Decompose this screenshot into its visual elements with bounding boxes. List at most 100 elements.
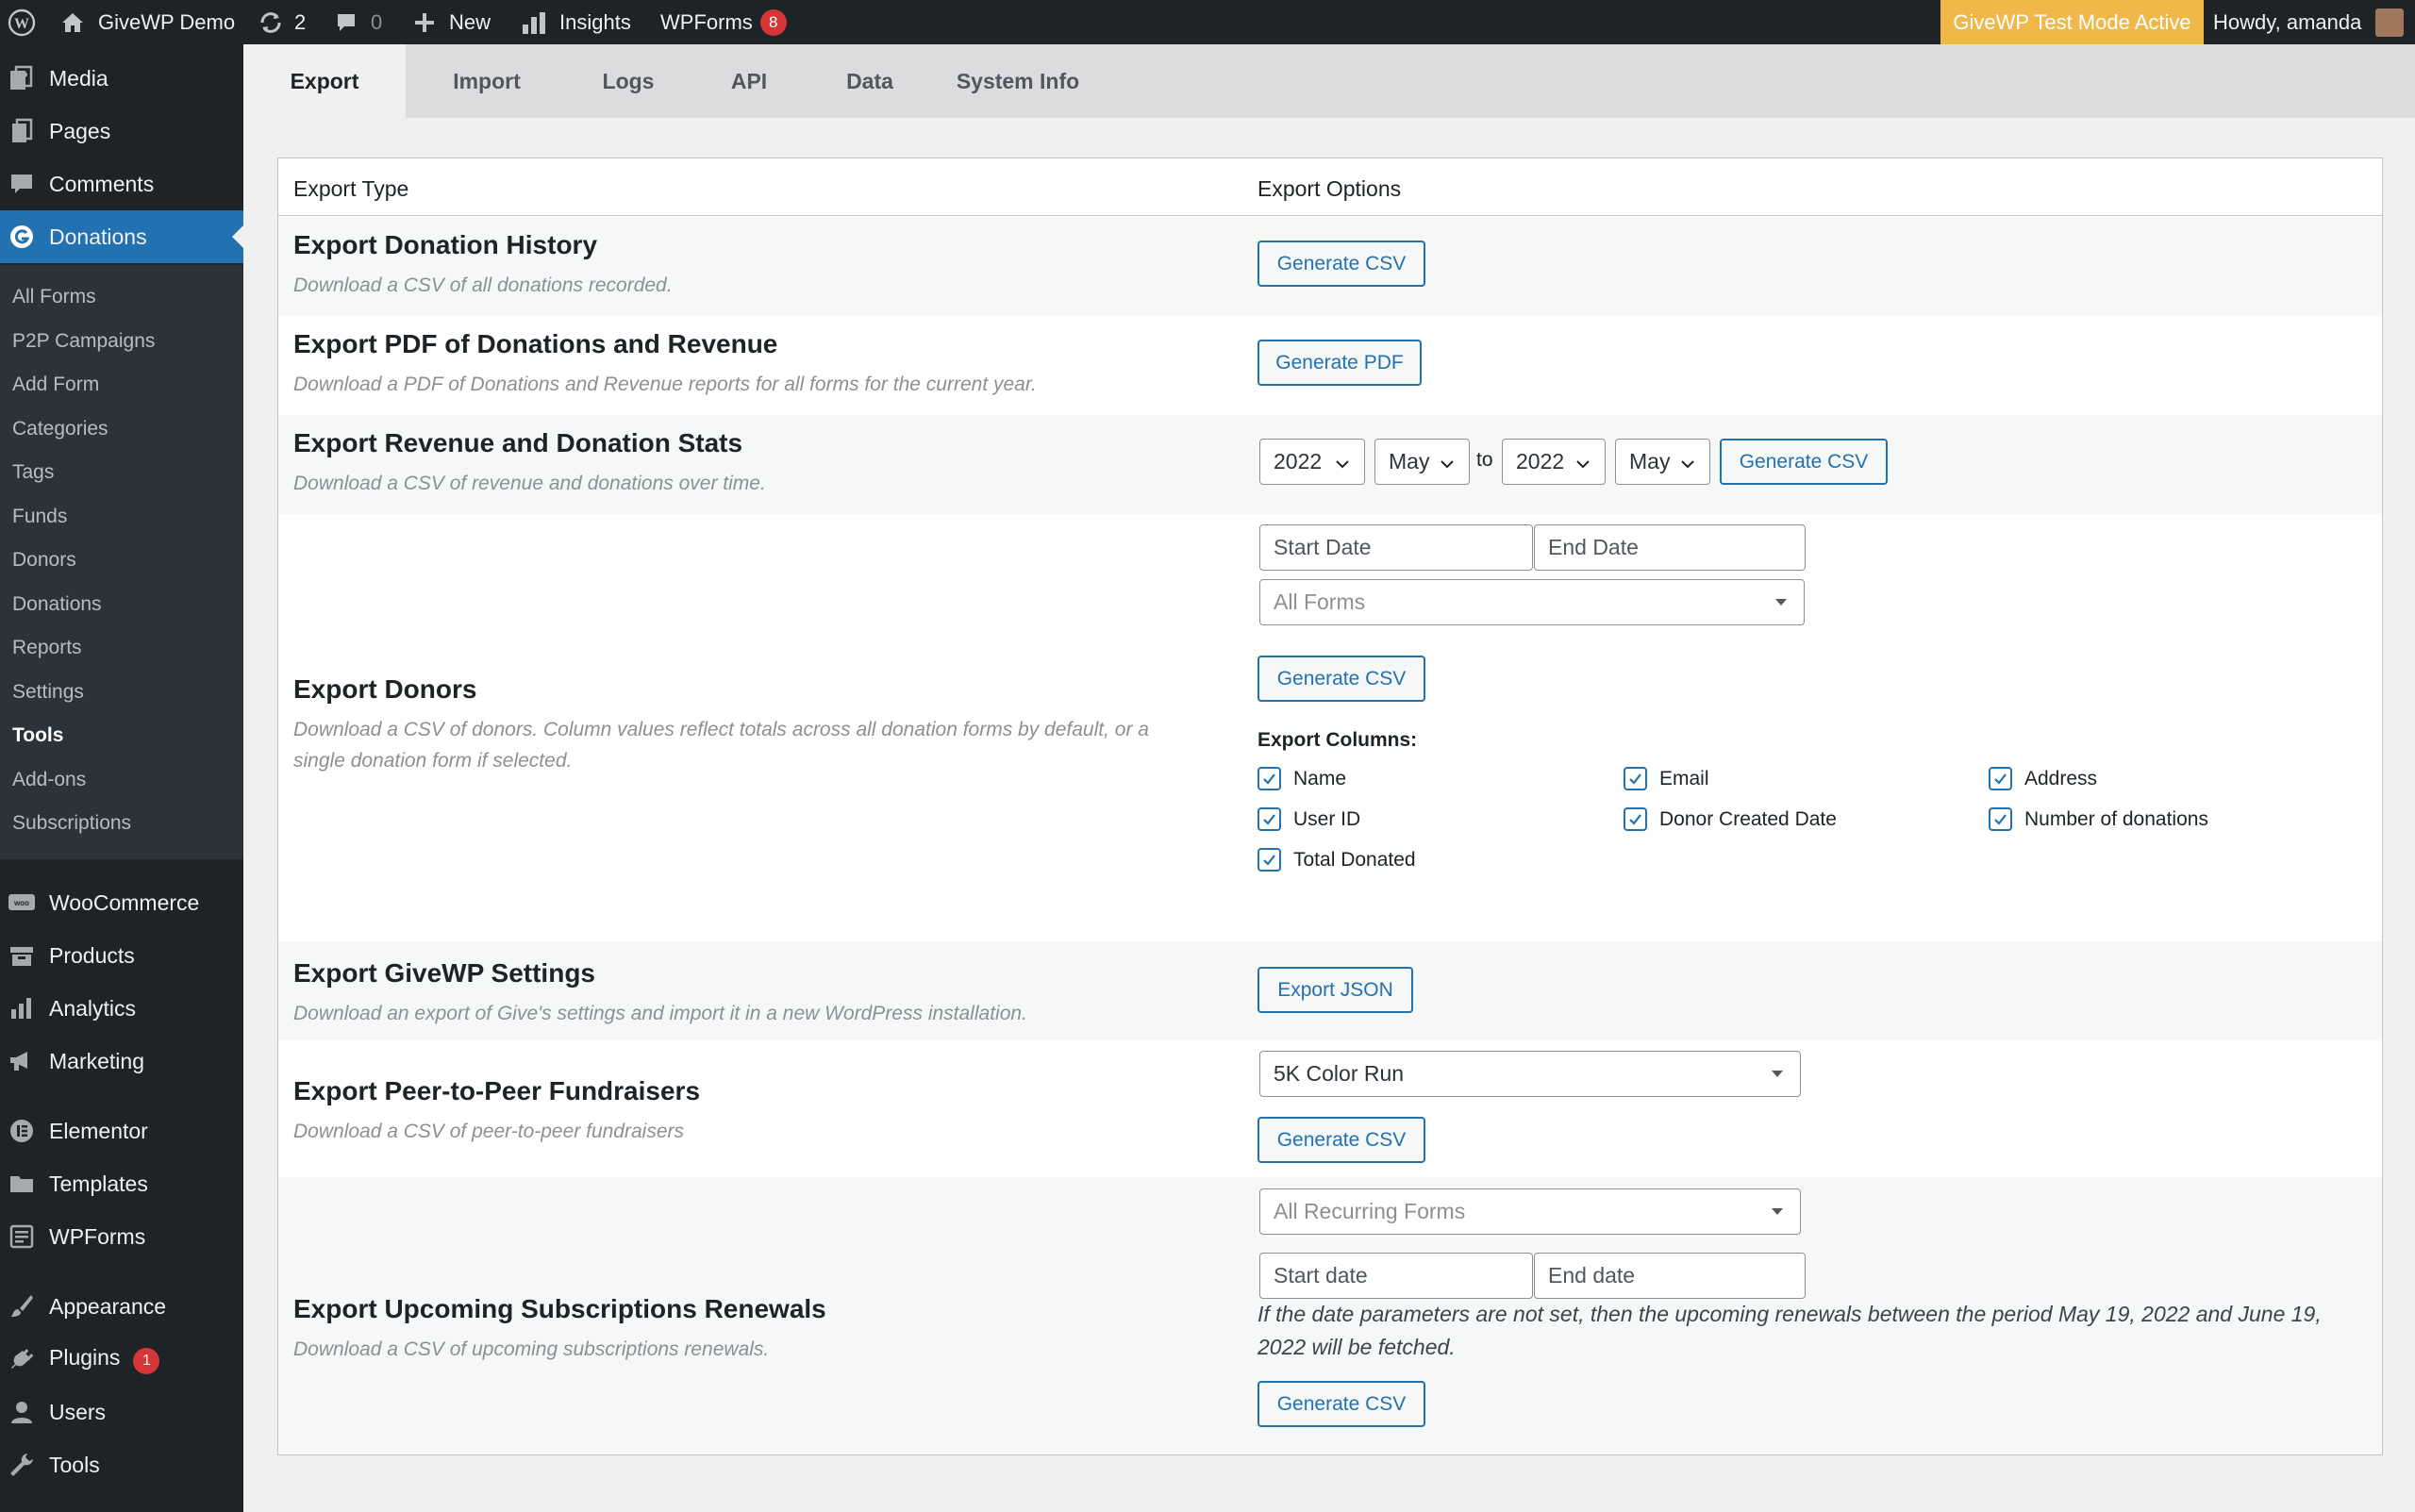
tab-system-info[interactable]: System Info (930, 44, 1106, 118)
generate-csv-button[interactable]: Generate CSV (1257, 241, 1425, 287)
generate-csv-button[interactable]: Generate CSV (1720, 439, 1888, 485)
column-checkbox-name[interactable]: Name (1257, 767, 1346, 790)
menu-item-users[interactable]: Users (0, 1386, 243, 1438)
submenu-tags[interactable]: Tags (12, 461, 54, 484)
row-title: Export Revenue and Donation Stats (293, 428, 743, 457)
generate-csv-button[interactable]: Generate CSV (1257, 656, 1425, 702)
menu-item-woocommerce[interactable]: woo WooCommerce (0, 876, 243, 929)
submenu-add-form[interactable]: Add Form (12, 374, 99, 396)
row-description: Download a CSV of all donations recorded… (293, 274, 673, 296)
plugins-update-badge: 1 (133, 1347, 160, 1374)
plugins-label: Plugins (49, 1344, 121, 1370)
submenu-add-ons[interactable]: Add-ons (12, 769, 86, 791)
column-checkbox-user-id[interactable]: User ID (1257, 807, 1360, 831)
column-checkbox-total-donated[interactable]: Total Donated (1257, 848, 1416, 872)
menu-label: Donations (49, 224, 147, 249)
end-year-select[interactable]: 2022 (1502, 439, 1606, 485)
howdy-user[interactable]: Howdy, amanda (2213, 0, 2361, 44)
wpforms-badge: 8 (759, 8, 787, 36)
donors-form-select[interactable]: All Forms (1259, 579, 1805, 625)
avatar[interactable] (2375, 8, 2404, 37)
row-title: Export Peer-to-Peer Fundraisers (293, 1076, 701, 1105)
wordpress-logo-icon[interactable]: W (8, 0, 36, 44)
subscriptions-end-date-input[interactable]: End date (1534, 1253, 1806, 1299)
row-description: Download an export of Give's settings an… (293, 1003, 1027, 1024)
updates-icon (258, 10, 283, 35)
caret-down-icon (1775, 599, 1787, 606)
row-givewp-settings: Export GiveWP Settings Download an expor… (278, 941, 2382, 1040)
checkbox-label: Name (1293, 767, 1347, 789)
menu-item-media[interactable]: Media (0, 52, 243, 105)
row-revenue-stats: Export Revenue and Donation Stats Downlo… (278, 415, 2382, 514)
menu-item-products[interactable]: Products (0, 929, 243, 982)
insights-label: Insights (559, 9, 631, 34)
submenu-settings[interactable]: Settings (12, 681, 84, 704)
donors-end-date-input[interactable]: End Date (1534, 524, 1806, 571)
submenu-subscriptions[interactable]: Subscriptions (12, 812, 131, 835)
menu-label: Users (49, 1399, 107, 1424)
submenu-p2p-campaigns[interactable]: P2P Campaigns (12, 330, 155, 353)
start-month-select[interactable]: May (1374, 439, 1470, 485)
caret-down-icon (1772, 1208, 1783, 1215)
tab-export[interactable]: Export (243, 44, 406, 118)
submenu-reports[interactable]: Reports (12, 637, 82, 659)
generate-pdf-button[interactable]: Generate PDF (1257, 340, 1422, 386)
submenu-categories[interactable]: Categories (12, 418, 108, 440)
column-checkbox-email[interactable]: Email (1624, 767, 1709, 790)
description-line: Download a CSV of donors. Column values … (293, 719, 1149, 740)
submenu-funds[interactable]: Funds (12, 506, 67, 528)
insights-link[interactable]: Insights (522, 0, 631, 44)
submenu-tools[interactable]: Tools (12, 724, 63, 747)
menu-item-comments[interactable]: Comments (0, 158, 243, 210)
donors-start-date-input[interactable]: Start Date (1259, 524, 1533, 571)
tab-api[interactable]: API (689, 44, 809, 118)
tab-data[interactable]: Data (809, 44, 930, 118)
checkmark-icon (1989, 767, 2012, 790)
tab-import[interactable]: Import (406, 44, 568, 118)
row-p2p-fundraisers: Export Peer-to-Peer Fundraisers Download… (278, 1040, 2382, 1177)
export-json-button[interactable]: Export JSON (1257, 967, 1413, 1013)
tab-logs[interactable]: Logs (568, 44, 689, 118)
subscriptions-start-date-input[interactable]: Start date (1259, 1253, 1533, 1299)
menu-label: Analytics (49, 995, 137, 1021)
menu-item-marketing[interactable]: Marketing (0, 1035, 243, 1088)
generate-csv-button[interactable]: Generate CSV (1257, 1117, 1425, 1163)
new-content-link[interactable]: New (413, 0, 491, 44)
note-line: 2022 will be fetched. (1257, 1335, 1456, 1359)
input-placeholder: Start Date (1274, 535, 1372, 559)
select-value: 5K Color Run (1274, 1061, 1405, 1086)
menu-item-wpforms[interactable]: WPForms (0, 1210, 243, 1263)
submenu-donors[interactable]: Donors (12, 549, 76, 572)
column-checkbox-address[interactable]: Address (1989, 767, 2097, 790)
wpforms-link[interactable]: WPForms 8 (660, 0, 787, 44)
analytics-icon (8, 994, 36, 1022)
menu-item-donations[interactable]: Donations (0, 210, 243, 263)
new-label: New (449, 9, 491, 34)
updates-link[interactable]: 2 (258, 0, 306, 44)
menu-item-pages[interactable]: Pages (0, 105, 243, 158)
p2p-campaign-select[interactable]: 5K Color Run (1259, 1051, 1801, 1097)
row-title: Export Upcoming Subscriptions Renewals (293, 1294, 826, 1323)
end-month-select[interactable]: May (1615, 439, 1710, 485)
checkmark-icon (1989, 807, 2012, 831)
site-name-link[interactable]: GiveWP Demo (60, 0, 235, 44)
start-year-select[interactable]: 2022 (1259, 439, 1365, 485)
submenu-all-forms[interactable]: All Forms (12, 286, 96, 308)
recurring-form-select[interactable]: All Recurring Forms (1259, 1188, 1801, 1235)
menu-item-elementor[interactable]: Elementor (0, 1105, 243, 1157)
test-mode-badge[interactable]: GiveWP Test Mode Active (1940, 0, 2204, 44)
menu-item-templates[interactable]: Templates (0, 1157, 243, 1210)
menu-item-appearance[interactable]: Appearance (0, 1280, 243, 1333)
submenu-donations[interactable]: Donations (12, 593, 102, 616)
generate-csv-button[interactable]: Generate CSV (1257, 1381, 1425, 1427)
column-checkbox-donor-created-date[interactable]: Donor Created Date (1624, 807, 1837, 831)
comments-icon (8, 170, 36, 198)
column-checkbox-number-of-donations[interactable]: Number of donations (1989, 807, 2208, 831)
menu-label: Plugins 1 (49, 1344, 160, 1374)
menu-item-plugins[interactable]: Plugins 1 (0, 1333, 243, 1386)
comments-link[interactable]: 0 (335, 0, 382, 44)
chevron-down-icon (1574, 453, 1591, 478)
menu-item-analytics[interactable]: Analytics (0, 982, 243, 1035)
menu-item-tools[interactable]: Tools (0, 1438, 243, 1491)
menu-label: Products (49, 942, 135, 968)
